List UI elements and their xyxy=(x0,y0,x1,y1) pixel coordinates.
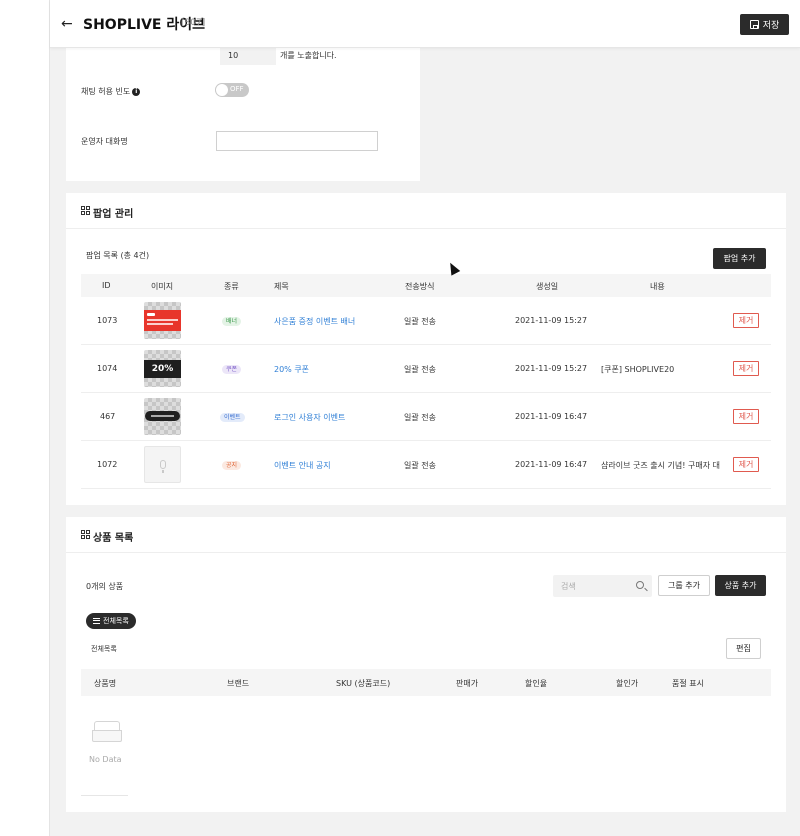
col-type: 종류 xyxy=(224,282,239,291)
type-badge: 이벤트 xyxy=(220,413,245,422)
remove-button[interactable]: 제거 xyxy=(733,313,759,328)
col-price: 판매가 xyxy=(456,679,479,688)
list-label: 전체목록 xyxy=(91,645,117,653)
add-popup-button[interactable]: 팝업 추가 xyxy=(713,248,766,269)
toggle-state: OFF xyxy=(230,85,244,93)
operator-label: 운영자 대화명 xyxy=(81,137,128,146)
table-row[interactable]: 1074 20% 쿠폰 20% 쿠폰 일괄 전송 2021-11-09 15:2… xyxy=(81,345,771,393)
count-suffix: 개를 노출합니다. xyxy=(280,51,337,60)
popup-list-title: 팝업 목록 (총 4건) xyxy=(86,251,150,260)
back-arrow-icon[interactable]: ← xyxy=(61,16,77,32)
coupon-thumbnail: 20% xyxy=(144,350,181,387)
save-button[interactable]: 저장 xyxy=(740,14,789,35)
col-created: 생성일 xyxy=(536,282,559,291)
popup-section-title: 팝업 관리 xyxy=(93,209,134,220)
toggle-knob xyxy=(216,84,228,96)
table-row[interactable]: 467 이벤트 로그인 사용자 이벤트 일괄 전송 2021-11-09 16:… xyxy=(81,393,771,441)
type-badge: 쿠폰 xyxy=(222,365,242,374)
grid-icon xyxy=(81,206,90,215)
info-icon[interactable]: i xyxy=(132,87,141,96)
row-created: 2021-11-09 15:27 xyxy=(515,364,588,373)
col-soldout: 품절 표시 xyxy=(672,679,704,688)
col-image: 이미지 xyxy=(151,282,174,291)
chat-freq-label: 채팅 허용 빈도 i xyxy=(81,86,141,97)
table-row[interactable]: 1072 공지 이벤트 안내 공지 일괄 전송 2021-11-09 16:47… xyxy=(81,441,771,489)
left-sidebar xyxy=(0,0,50,836)
settings-card: 10 개를 노출합니다. 채팅 허용 빈도 i OFF 운영자 대화명 xyxy=(66,38,420,181)
col-discount-price: 할인가 xyxy=(616,679,639,688)
remove-button[interactable]: 제거 xyxy=(733,457,759,472)
col-product-name: 상품명 xyxy=(94,679,117,688)
row-send: 일괄 전송 xyxy=(404,365,436,374)
remove-button[interactable]: 제거 xyxy=(733,361,759,376)
product-card: 상품 목록 0개의 상품 검색 그룹 추가 상품 추가 전체목록 전체목록 편집… xyxy=(66,517,786,812)
col-send: 전송방식 xyxy=(405,282,435,291)
search-placeholder: 검색 xyxy=(561,582,576,591)
col-brand: 브랜드 xyxy=(227,679,250,688)
event-thumbnail xyxy=(144,398,181,435)
add-product-button[interactable]: 상품 추가 xyxy=(715,575,766,596)
banner-thumbnail xyxy=(144,302,181,339)
product-table-header: 상품명 브랜드 SKU (상품코드) 판매가 할인율 할인가 품절 표시 xyxy=(81,669,771,696)
row-send: 일괄 전송 xyxy=(404,461,436,470)
row-id: 1072 xyxy=(97,460,118,469)
col-content: 내용 xyxy=(650,282,665,291)
row-id: 1074 xyxy=(97,364,118,373)
grid-icon xyxy=(81,530,90,539)
table-row[interactable]: 1073 배너 사은품 증정 이벤트 배너 일괄 전송 2021-11-09 1… xyxy=(81,297,771,345)
search-icon[interactable] xyxy=(636,581,644,589)
page-id: [807] xyxy=(181,18,206,28)
row-id: 467 xyxy=(100,412,116,421)
col-title: 제목 xyxy=(274,282,289,291)
chat-freq-toggle[interactable]: OFF xyxy=(215,83,249,97)
row-created: 2021-11-09 15:27 xyxy=(515,316,588,325)
col-sku: SKU (상품코드) xyxy=(336,679,391,688)
all-list-chip[interactable]: 전체목록 xyxy=(86,613,136,629)
row-id: 1073 xyxy=(97,316,118,325)
row-title-link[interactable]: 사은품 증정 이벤트 배너 xyxy=(274,316,355,327)
row-title-link[interactable]: 이벤트 안내 공지 xyxy=(274,460,331,471)
notice-thumbnail xyxy=(144,446,181,483)
row-send: 일괄 전송 xyxy=(404,317,436,326)
product-count: 0개의 상품 xyxy=(86,582,124,591)
edit-button[interactable]: 편집 xyxy=(726,638,761,659)
save-icon xyxy=(749,20,759,29)
search-input[interactable]: 검색 xyxy=(553,575,652,597)
save-label: 저장 xyxy=(762,21,780,31)
empty-box-icon xyxy=(92,721,122,743)
col-id: ID xyxy=(102,281,111,290)
page-header: ← SHOPLIVE 라이브 [807] 저장 xyxy=(50,0,800,48)
row-created: 2021-11-09 16:47 xyxy=(515,412,588,421)
remove-button[interactable]: 제거 xyxy=(733,409,759,424)
operator-name-input[interactable] xyxy=(216,131,378,151)
divider xyxy=(81,795,128,796)
popup-table-header: ID 이미지 종류 제목 전송방식 생성일 내용 xyxy=(81,274,771,297)
product-card-header: 상품 목록 xyxy=(66,517,786,553)
row-title-link[interactable]: 20% 쿠폰 xyxy=(274,364,309,375)
row-created: 2021-11-09 16:47 xyxy=(515,460,588,469)
chip-label: 전체목록 xyxy=(103,617,129,625)
row-title-link[interactable]: 로그인 사용자 이벤트 xyxy=(274,412,345,423)
microphone-icon xyxy=(160,460,166,469)
row-send: 일괄 전송 xyxy=(404,413,436,422)
row-content: [쿠폰] SHOPLIVE20 xyxy=(601,365,675,374)
count-input[interactable]: 10 xyxy=(220,46,276,65)
type-badge: 배너 xyxy=(222,317,242,326)
col-discount-rate: 할인율 xyxy=(525,679,548,688)
type-badge: 공지 xyxy=(222,461,242,470)
list-icon xyxy=(93,618,100,624)
no-data-text: No Data xyxy=(89,755,122,764)
row-content: 샵라이브 굿즈 출시 기념! 구매자 대 xyxy=(601,461,720,470)
popup-card: 팝업 관리 팝업 목록 (총 4건) 팝업 추가 ID 이미지 종류 제목 전송… xyxy=(66,193,786,505)
popup-card-header: 팝업 관리 xyxy=(66,193,786,229)
add-group-button[interactable]: 그룹 추가 xyxy=(658,575,710,596)
product-section-title: 상품 목록 xyxy=(93,533,134,544)
